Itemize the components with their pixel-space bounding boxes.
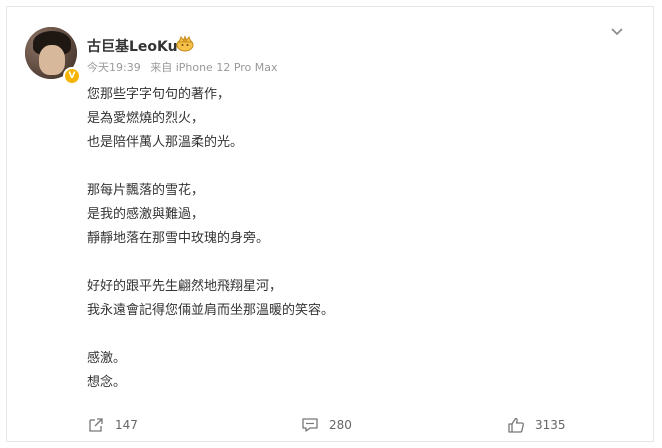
post-line-blank <box>87 323 334 347</box>
share-icon <box>89 418 103 432</box>
avatar-face <box>39 45 65 75</box>
post-line: 靜靜地落在那雪中玫瑰的身旁。 <box>87 231 270 246</box>
post-content: 您那些字字句句的著作， 是為愛燃燒的烈火， 也是陪伴萬人那溫柔的光。 那每片飄落… <box>87 83 334 395</box>
like-button[interactable]: 3135 <box>507 415 566 435</box>
post-line: 也是陪伴萬人那溫柔的光。 <box>87 135 244 150</box>
author-name[interactable]: 古巨基LeoKu <box>87 36 178 56</box>
post-line: 是我的感激與難過， <box>87 207 205 222</box>
post-meta: 今天19:39 来自 iPhone 12 Pro Max <box>87 59 284 75</box>
comment-button[interactable]: 280 <box>301 415 352 435</box>
share-count: 147 <box>115 418 138 432</box>
post-line-blank <box>87 251 334 275</box>
post-line: 我永遠會記得您倆並肩而坐那溫暖的笑容。 <box>87 303 335 318</box>
share-button[interactable]: 147 <box>87 415 138 435</box>
comment-icon <box>302 418 318 432</box>
post-source: 来自 iPhone 12 Pro Max <box>150 61 278 74</box>
post-line: 是為愛燃燒的烈火， <box>87 111 205 126</box>
post-line: 您那些字字句句的著作， <box>87 87 231 102</box>
post-line: 想念。 <box>87 375 127 390</box>
post-line-blank <box>87 155 334 179</box>
thumbs-up-icon <box>508 417 524 433</box>
action-bar: 147 280 3135 <box>7 409 655 439</box>
chevron-down-icon[interactable] <box>607 22 627 42</box>
member-crown-icon[interactable] <box>175 34 195 52</box>
comment-count: 280 <box>329 418 352 432</box>
verified-badge-icon: V <box>63 67 81 85</box>
like-count: 3135 <box>535 418 566 432</box>
weibo-post-card: V 古巨基LeoKu 今天19:39 来自 iPhone 12 Pro Max … <box>6 6 654 442</box>
post-line: 感激。 <box>87 351 127 366</box>
post-line: 好好的跟平先生翩然地飛翔星河， <box>87 279 283 294</box>
post-time[interactable]: 今天19:39 <box>87 61 141 74</box>
post-line: 那每片飄落的雪花， <box>87 183 205 198</box>
